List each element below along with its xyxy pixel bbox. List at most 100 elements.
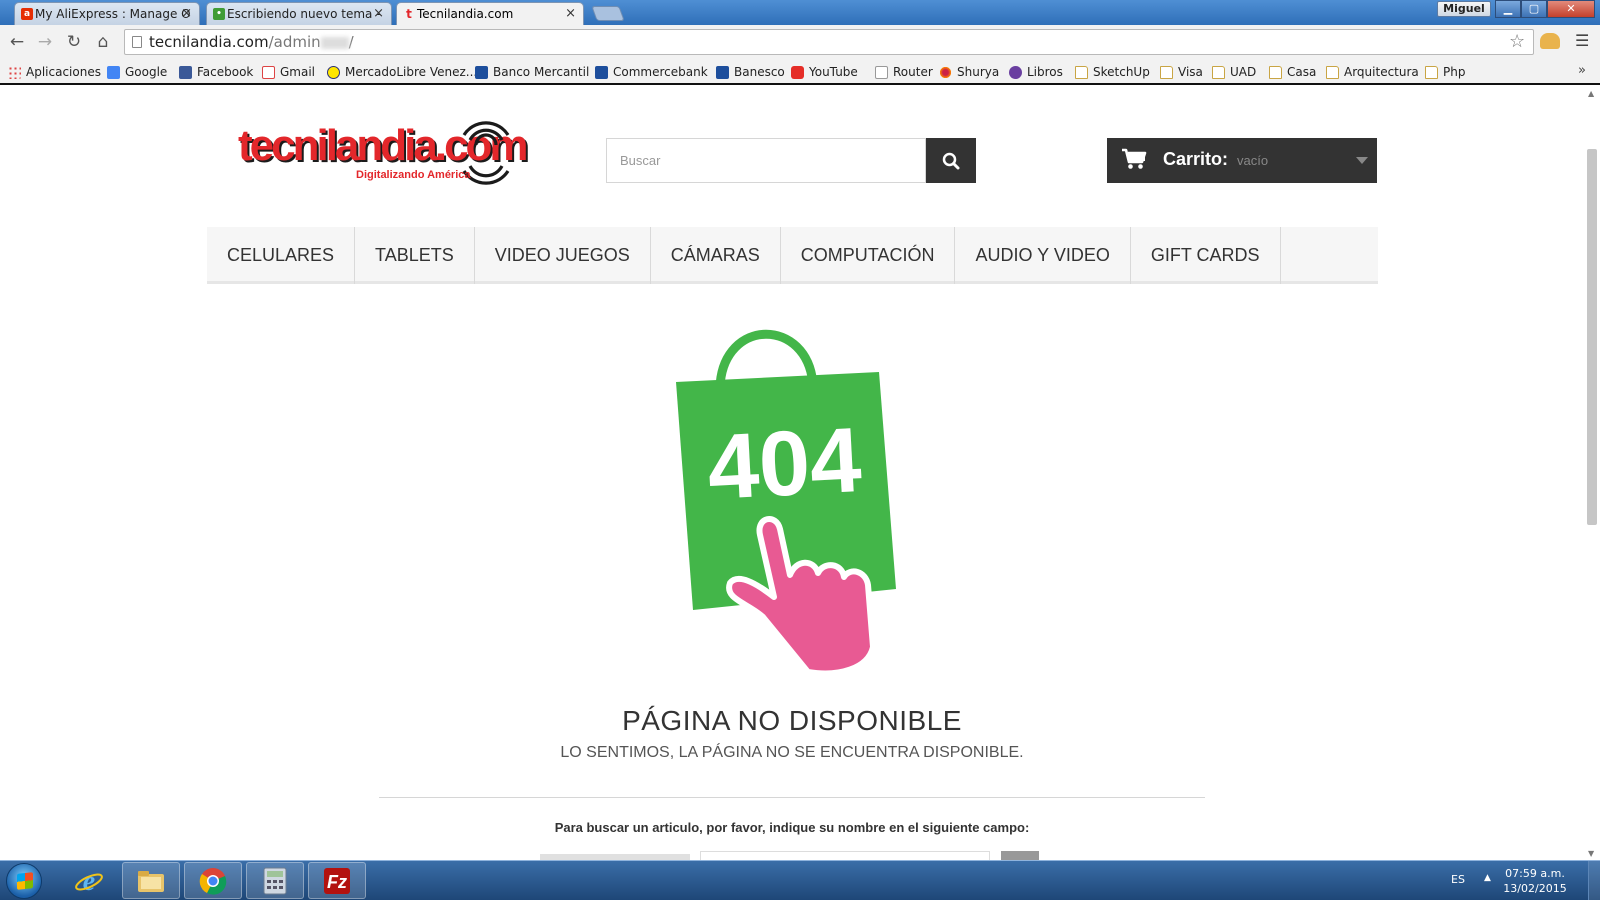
bookmark-label: SketchUp [1093,65,1150,79]
chrome-menu-icon[interactable]: ☰ [1575,31,1589,50]
bookmark-label: Router [893,65,933,79]
menu-item-celulares[interactable]: CELULARES [207,227,356,284]
bookmark-uad[interactable]: UAD [1212,62,1256,82]
menu-item-camaras[interactable]: CÁMARAS [651,227,781,284]
svg-text:Fz: Fz [327,872,347,892]
bookmark-visa[interactable]: Visa [1160,62,1203,82]
calculator-icon[interactable] [246,862,304,899]
close-tab-icon[interactable]: × [565,6,576,21]
site-logo[interactable]: tecnilandia.com Digitalizando América [238,113,529,193]
extension-icon[interactable] [1540,33,1560,49]
maximize-button[interactable]: ▢ [1521,0,1547,18]
bookmark-label: Banco Mercantil [493,65,590,79]
home-icon[interactable]: ⌂ [93,32,113,52]
vertical-scrollbar[interactable]: ▲ ▼ [1584,87,1600,860]
bookmark-label: Arquitectura [1344,65,1419,79]
internet-explorer-icon[interactable]: e [60,862,118,899]
bookmark-arquitectura[interactable]: Arquitectura [1326,62,1419,82]
cart-button[interactable]: Carrito: vacío [1107,138,1377,183]
error-search-input[interactable] [700,851,990,860]
tab-forum[interactable]: • Escribiendo nuevo tema - × [206,2,392,25]
bookmark-google[interactable]: Google [107,62,167,82]
close-tab-icon[interactable]: × [181,6,192,21]
error-subtitle: LO SENTIMOS, LA PÁGINA NO SE ENCUENTRA D… [560,744,1024,761]
site-search [606,138,976,183]
new-tab-button[interactable] [591,6,625,21]
main-menu: CELULARES TABLETS VIDEO JUEGOS CÁMARAS COMPU… [207,227,1378,284]
search-input[interactable] [606,138,926,183]
bookmark-star-icon[interactable]: ☆ [1509,31,1525,52]
divider [379,797,1205,798]
url-host: tecnilandia.com [149,33,269,51]
cart-label: Carrito: [1163,149,1229,169]
scroll-down-icon[interactable]: ▼ [1588,849,1594,858]
shopping-cart-icon [1122,148,1147,169]
bookmark-youtube[interactable]: YouTube [791,62,858,82]
bookmark-mercadolibre-venez[interactable]: MercadoLibre Venez... [327,62,477,82]
address-bar[interactable]: tecnilandia.com/admin / [124,29,1534,55]
file-explorer-icon[interactable] [122,862,180,899]
menu-item-audio-y-video[interactable]: AUDIO Y VIDEO [955,227,1131,284]
bookmark-label: Casa [1287,65,1317,79]
page-icon [132,36,142,48]
bookmark-banco-mercantil[interactable]: Banco Mercantil [475,62,589,82]
bookmark-php[interactable]: Php [1425,62,1465,82]
bookmark-facebook[interactable]: Facebook [179,62,253,82]
folder-icon [1425,65,1438,79]
tab-aliexpress[interactable]: a My AliExpress : Manage O × [14,2,200,25]
404-shopping-bag-illustration: 404 [676,329,896,672]
language-indicator[interactable]: ES [1451,873,1465,886]
bookmark-gmail[interactable]: Gmail [262,62,315,82]
bookmark-banesco[interactable]: Banesco [716,62,785,82]
chevron-down-icon [1356,157,1368,164]
bookmark-label: Banesco [734,65,785,79]
close-tab-icon[interactable]: × [373,6,384,21]
scroll-up-icon[interactable]: ▲ [1588,89,1594,98]
books-icon [1009,65,1022,79]
bookmark-label: Facebook [197,65,254,79]
windows-logo-icon [17,872,33,890]
tab-tecnilandia[interactable]: t Tecnilandia.com × [396,2,584,25]
search-button[interactable] [926,138,976,183]
bookmark-libros[interactable]: Libros [1009,62,1063,82]
tab-title: My AliExpress : Manage O [35,7,191,21]
filezilla-icon[interactable]: Fz [308,862,366,899]
error-title: PÁGINA NO DISPONIBLE [622,705,962,736]
close-window-button[interactable]: ✕ [1547,0,1595,18]
bookmark-router[interactable]: Router [875,62,933,82]
bookmark-sketchup[interactable]: SketchUp [1075,62,1150,82]
reload-icon[interactable]: ↻ [64,32,84,52]
bookmarks-bar: Aplicaciones Google Facebook Gmail MercadoLi… [0,59,1600,85]
bookmark-label: Google [125,65,168,79]
mercadolibre-icon [327,65,340,79]
forward-icon[interactable]: → [35,32,55,52]
chrome-icon[interactable] [184,862,242,899]
menu-item-computacion[interactable]: COMPUTACIÓN [781,227,956,284]
url-path-end: / [348,33,354,51]
error-search-button[interactable] [1001,851,1039,860]
bank-icon [716,65,729,79]
bookmark-aplicaciones[interactable]: Aplicaciones [8,62,101,82]
folder-icon [1269,65,1282,79]
start-button[interactable] [6,863,42,899]
bookmark-shurya[interactable]: Shurya [939,62,999,82]
bookmark-label: YouTube [809,65,858,79]
bookmark-commercebank[interactable]: Commercebank [595,62,708,82]
tray-expand-icon[interactable]: ▲ [1484,873,1491,883]
scrollbar-thumb[interactable] [1587,149,1597,525]
minimize-button[interactable]: ▁ [1495,0,1521,18]
bookmark-casa[interactable]: Casa [1269,62,1316,82]
shurya-icon [939,65,952,79]
bank-icon [475,65,488,79]
menu-item-tablets[interactable]: TABLETS [355,227,475,284]
back-icon[interactable]: ← [7,32,27,52]
tab-title: Tecnilandia.com [417,7,514,21]
bookmark-label: Php [1443,65,1466,79]
show-desktop-button[interactable] [1588,861,1600,900]
system-clock[interactable]: 07:59 a.m. 13/02/2015 [1500,866,1570,896]
menu-item-gift-cards[interactable]: GIFT CARDS [1131,227,1281,284]
more-bookmarks-button[interactable]: » [1578,63,1586,78]
profile-button[interactable]: Miguel [1437,1,1491,17]
url-path: /admin [268,33,321,51]
menu-item-video-juegos[interactable]: VIDEO JUEGOS [475,227,651,284]
